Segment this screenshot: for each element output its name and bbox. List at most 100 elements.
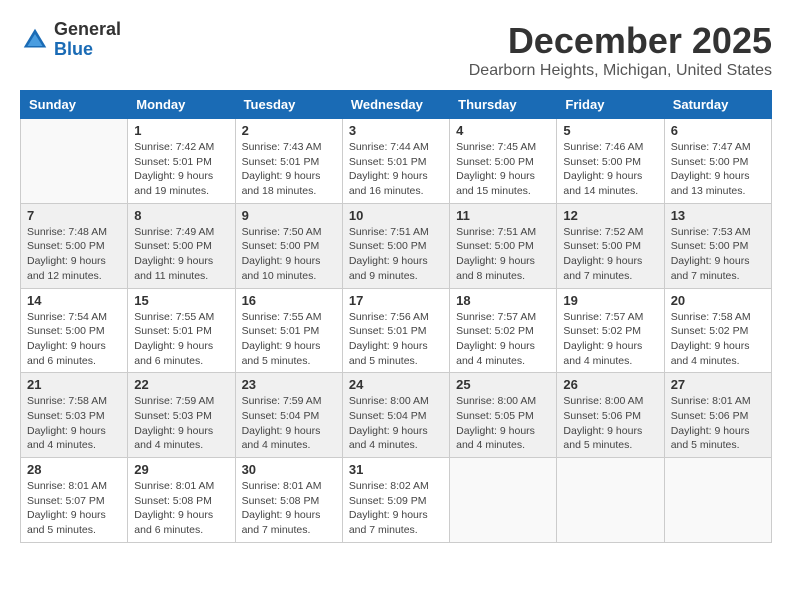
day-number: 17 [349,293,443,308]
day-number: 3 [349,123,443,138]
day-number: 29 [134,462,228,477]
table-row [450,458,557,543]
table-row: 27 Sunrise: 8:01 AM Sunset: 5:06 PM Dayli… [664,373,771,458]
day-info: Sunrise: 7:54 AM Sunset: 5:00 PM Dayligh… [27,310,121,369]
day-number: 6 [671,123,765,138]
day-number: 2 [242,123,336,138]
day-info: Sunrise: 7:49 AM Sunset: 5:00 PM Dayligh… [134,225,228,284]
page-header: General Blue December 2025 Dearborn Heig… [20,20,772,80]
day-info: Sunrise: 8:01 AM Sunset: 5:07 PM Dayligh… [27,479,121,538]
day-number: 16 [242,293,336,308]
day-info: Sunrise: 7:43 AM Sunset: 5:01 PM Dayligh… [242,140,336,199]
day-number: 24 [349,377,443,392]
day-info: Sunrise: 8:02 AM Sunset: 5:09 PM Dayligh… [349,479,443,538]
table-row: 13 Sunrise: 7:53 AM Sunset: 5:00 PM Dayli… [664,203,771,288]
table-row: 10Sunrise: 7:51 AM Sunset: 5:00 PM Dayli… [342,203,449,288]
table-row: 4 Sunrise: 7:45 AM Sunset: 5:00 PM Daylig… [450,119,557,204]
col-saturday: Saturday [664,91,771,119]
table-row: 21 Sunrise: 7:58 AM Sunset: 5:03 PM Dayli… [21,373,128,458]
logo-general: General [54,20,121,40]
calendar-week-1: 1Sunrise: 7:42 AM Sunset: 5:01 PM Daylig… [21,119,772,204]
table-row: 23Sunrise: 7:59 AM Sunset: 5:04 PM Dayli… [235,373,342,458]
table-row: 24Sunrise: 8:00 AM Sunset: 5:04 PM Dayli… [342,373,449,458]
day-info: Sunrise: 8:01 AM Sunset: 5:08 PM Dayligh… [134,479,228,538]
day-number: 21 [27,377,121,392]
day-number: 31 [349,462,443,477]
table-row: 5Sunrise: 7:46 AM Sunset: 5:00 PM Daylig… [557,119,664,204]
day-number: 11 [456,208,550,223]
table-row: 19 Sunrise: 7:57 AM Sunset: 5:02 PM Dayli… [557,288,664,373]
calendar-week-3: 14Sunrise: 7:54 AM Sunset: 5:00 PM Dayli… [21,288,772,373]
day-info: Sunrise: 7:55 AM Sunset: 5:01 PM Dayligh… [134,310,228,369]
table-row: 6 Sunrise: 7:47 AM Sunset: 5:00 PM Daylig… [664,119,771,204]
month-title: December 2025 [469,20,772,62]
day-info: Sunrise: 7:56 AM Sunset: 5:01 PM Dayligh… [349,310,443,369]
calendar-header: Sunday Monday Tuesday Wednesday Thursday… [21,91,772,119]
col-tuesday: Tuesday [235,91,342,119]
logo-blue: Blue [54,40,121,60]
calendar-week-4: 21 Sunrise: 7:58 AM Sunset: 5:03 PM Dayli… [21,373,772,458]
table-row: 11 Sunrise: 7:51 AM Sunset: 5:00 PM Dayli… [450,203,557,288]
table-row: 14Sunrise: 7:54 AM Sunset: 5:00 PM Dayli… [21,288,128,373]
day-info: Sunrise: 7:47 AM Sunset: 5:00 PM Dayligh… [671,140,765,199]
header-row: Sunday Monday Tuesday Wednesday Thursday… [21,91,772,119]
day-info: Sunrise: 7:44 AM Sunset: 5:01 PM Dayligh… [349,140,443,199]
day-info: Sunrise: 8:01 AM Sunset: 5:06 PM Dayligh… [671,394,765,453]
table-row: 15 Sunrise: 7:55 AM Sunset: 5:01 PM Dayli… [128,288,235,373]
table-row: 12 Sunrise: 7:52 AM Sunset: 5:00 PM Dayli… [557,203,664,288]
col-sunday: Sunday [21,91,128,119]
day-info: Sunrise: 7:59 AM Sunset: 5:03 PM Dayligh… [134,394,228,453]
day-info: Sunrise: 7:58 AM Sunset: 5:03 PM Dayligh… [27,394,121,453]
day-number: 26 [563,377,657,392]
day-info: Sunrise: 7:50 AM Sunset: 5:00 PM Dayligh… [242,225,336,284]
col-wednesday: Wednesday [342,91,449,119]
day-number: 19 [563,293,657,308]
logo: General Blue [20,20,121,60]
table-row [21,119,128,204]
table-row: 31 Sunrise: 8:02 AM Sunset: 5:09 PM Dayli… [342,458,449,543]
day-number: 5 [563,123,657,138]
day-number: 27 [671,377,765,392]
day-number: 8 [134,208,228,223]
table-row: 28 Sunrise: 8:01 AM Sunset: 5:07 PM Dayli… [21,458,128,543]
table-row: 8 Sunrise: 7:49 AM Sunset: 5:00 PM Daylig… [128,203,235,288]
day-info: Sunrise: 7:57 AM Sunset: 5:02 PM Dayligh… [456,310,550,369]
day-info: Sunrise: 7:52 AM Sunset: 5:00 PM Dayligh… [563,225,657,284]
day-number: 12 [563,208,657,223]
day-info: Sunrise: 7:51 AM Sunset: 5:00 PM Dayligh… [349,225,443,284]
title-section: December 2025 Dearborn Heights, Michigan… [469,20,772,80]
calendar-week-2: 7Sunrise: 7:48 AM Sunset: 5:00 PM Daylig… [21,203,772,288]
day-number: 30 [242,462,336,477]
day-info: Sunrise: 7:45 AM Sunset: 5:00 PM Dayligh… [456,140,550,199]
table-row [664,458,771,543]
table-row: 16 Sunrise: 7:55 AM Sunset: 5:01 PM Dayli… [235,288,342,373]
day-info: Sunrise: 7:55 AM Sunset: 5:01 PM Dayligh… [242,310,336,369]
day-number: 23 [242,377,336,392]
day-number: 4 [456,123,550,138]
col-thursday: Thursday [450,91,557,119]
location: Dearborn Heights, Michigan, United State… [469,62,772,80]
table-row: 30 Sunrise: 8:01 AM Sunset: 5:08 PM Dayli… [235,458,342,543]
day-info: Sunrise: 7:53 AM Sunset: 5:00 PM Dayligh… [671,225,765,284]
calendar-body: 1Sunrise: 7:42 AM Sunset: 5:01 PM Daylig… [21,119,772,543]
day-info: Sunrise: 7:42 AM Sunset: 5:01 PM Dayligh… [134,140,228,199]
day-info: Sunrise: 7:51 AM Sunset: 5:00 PM Dayligh… [456,225,550,284]
day-number: 20 [671,293,765,308]
table-row: 17 Sunrise: 7:56 AM Sunset: 5:01 PM Dayli… [342,288,449,373]
col-monday: Monday [128,91,235,119]
day-number: 13 [671,208,765,223]
day-info: Sunrise: 8:00 AM Sunset: 5:06 PM Dayligh… [563,394,657,453]
day-number: 9 [242,208,336,223]
day-number: 18 [456,293,550,308]
col-friday: Friday [557,91,664,119]
day-info: Sunrise: 8:00 AM Sunset: 5:05 PM Dayligh… [456,394,550,453]
table-row: 9 Sunrise: 7:50 AM Sunset: 5:00 PM Daylig… [235,203,342,288]
day-number: 28 [27,462,121,477]
day-number: 7 [27,208,121,223]
day-number: 15 [134,293,228,308]
table-row: 20 Sunrise: 7:58 AM Sunset: 5:02 PM Dayli… [664,288,771,373]
day-info: Sunrise: 7:57 AM Sunset: 5:02 PM Dayligh… [563,310,657,369]
day-info: Sunrise: 8:01 AM Sunset: 5:08 PM Dayligh… [242,479,336,538]
day-info: Sunrise: 7:58 AM Sunset: 5:02 PM Dayligh… [671,310,765,369]
table-row: 29 Sunrise: 8:01 AM Sunset: 5:08 PM Dayli… [128,458,235,543]
